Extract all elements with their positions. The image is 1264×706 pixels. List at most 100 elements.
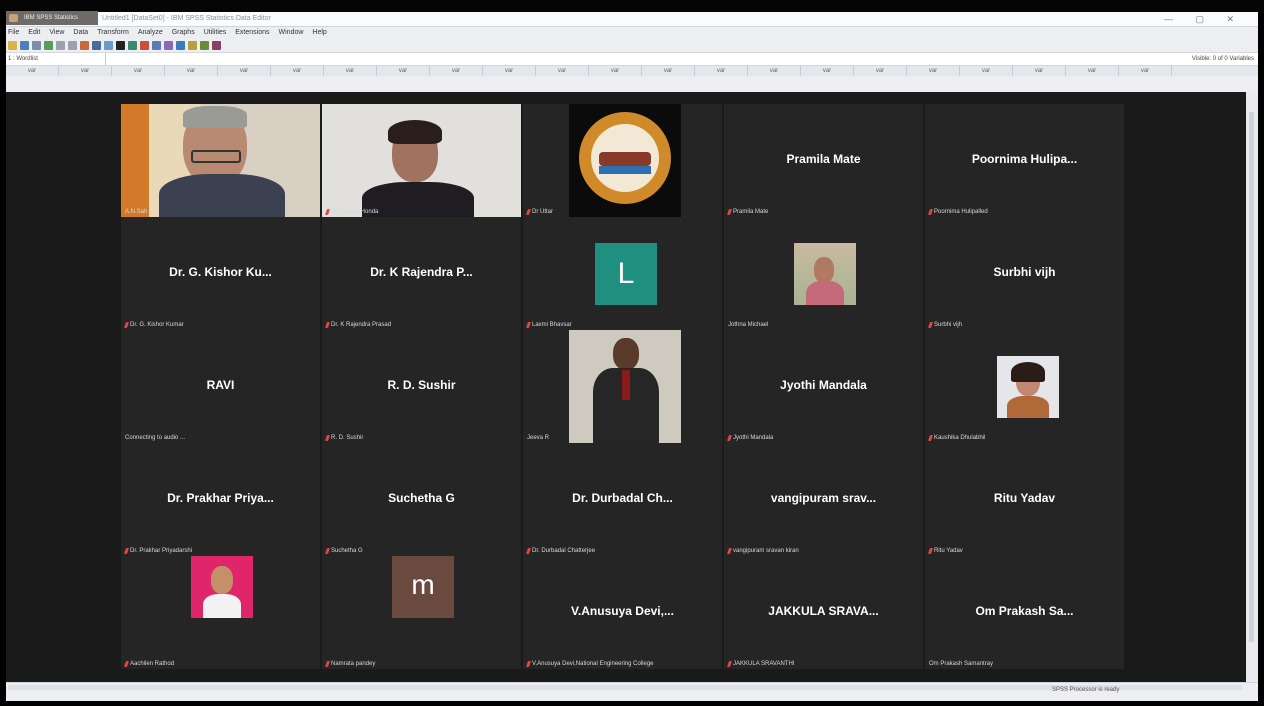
- participant-tile[interactable]: Kaushika Dhulabhil: [925, 330, 1124, 443]
- vertical-scrollbar[interactable]: [1246, 92, 1258, 682]
- processor-status: SPSS Processor is ready: [1052, 687, 1120, 693]
- print-icon[interactable]: [32, 40, 41, 50]
- save-icon[interactable]: [20, 40, 29, 50]
- column-header[interactable]: var: [218, 66, 271, 76]
- column-header[interactable]: var: [695, 66, 748, 76]
- participant-tile[interactable]: L Laxmi Bhavsar: [523, 217, 722, 330]
- column-header[interactable]: var: [801, 66, 854, 76]
- column-header[interactable]: var: [324, 66, 377, 76]
- participant-tile[interactable]: A.N.Sah: [121, 104, 320, 217]
- undo-icon[interactable]: [56, 40, 65, 50]
- app-logo: IBM SPSS Statistics: [6, 11, 98, 25]
- participant-label: Suchetha G: [325, 548, 363, 554]
- participant-tile[interactable]: Jyothi Mandala Jyothi Mandala: [724, 330, 923, 443]
- avatar-letter: m: [392, 556, 454, 618]
- column-header[interactable]: var: [483, 66, 536, 76]
- participant-tile[interactable]: Om Prakash Sa... Om Prakash Samantray: [925, 556, 1124, 669]
- column-header[interactable]: var: [59, 66, 112, 76]
- participant-label-text: JAKKULA SRAVANTHI: [733, 661, 795, 667]
- column-header[interactable]: var: [6, 66, 59, 76]
- participant-tile[interactable]: Surbhi vijh Surbhi vijh: [925, 217, 1124, 330]
- participant-label-text: Dr. K Rajendra Prasad: [331, 322, 392, 328]
- goto-variable-icon[interactable]: [92, 40, 101, 50]
- goto-case-icon[interactable]: [80, 40, 89, 50]
- participant-tile[interactable]: Poornima Hulipa... Poornima Hulipalled: [925, 104, 1124, 217]
- participant-tile[interactable]: m Namrata pandey: [322, 556, 521, 669]
- split-file-icon[interactable]: [152, 40, 161, 50]
- participant-name: Dr. Durbadal Ch...: [572, 491, 673, 505]
- redo-icon[interactable]: [68, 40, 77, 50]
- participant-label: Ritu Yadav: [928, 548, 963, 554]
- participant-name: Dr. Prakhar Priya...: [167, 491, 274, 505]
- column-header[interactable]: var: [377, 66, 430, 76]
- participant-tile[interactable]: Pramila Mate Pramila Mate: [724, 104, 923, 217]
- participant-tile[interactable]: Jothna Michael: [724, 217, 923, 330]
- find-icon[interactable]: [116, 40, 125, 50]
- participant-tile[interactable]: Suchetha G Suchetha G: [322, 443, 521, 556]
- column-header[interactable]: var: [1013, 66, 1066, 76]
- participant-tile[interactable]: Dr.Sunitha Honda: [322, 104, 521, 217]
- participant-tile[interactable]: V.Anusuya Devi,... V.Anusuya Devi,Nationa…: [523, 556, 722, 669]
- column-header[interactable]: var: [642, 66, 695, 76]
- column-header[interactable]: var: [165, 66, 218, 76]
- participant-tile[interactable]: R. D. Sushir R. D. Sushir: [322, 330, 521, 443]
- participant-tile[interactable]: RAVI Connecting to audio ...: [121, 330, 320, 443]
- participant-label: JAKKULA SRAVANTHI: [727, 661, 795, 667]
- column-header[interactable]: var: [854, 66, 907, 76]
- menu-data[interactable]: Data: [73, 27, 88, 38]
- open-icon[interactable]: [8, 40, 17, 50]
- participant-tile[interactable]: vangipuram srav... vangipuram sravan kira…: [724, 443, 923, 556]
- column-header[interactable]: var: [589, 66, 642, 76]
- column-header[interactable]: var: [907, 66, 960, 76]
- menu-extensions[interactable]: Extensions: [235, 27, 269, 38]
- participant-tile[interactable]: Dr. Prakhar Priya... Dr. Prakhar Priyadar…: [121, 443, 320, 556]
- insert-cases-icon[interactable]: [128, 40, 137, 50]
- muted-mic-icon: [124, 661, 129, 667]
- column-header[interactable]: var: [1119, 66, 1172, 76]
- column-header[interactable]: var: [430, 66, 483, 76]
- participant-tile[interactable]: Dr Uttar: [523, 104, 722, 217]
- participant-tile[interactable]: JAKKULA SRAVA... JAKKULA SRAVANTHI: [724, 556, 923, 669]
- participant-label: Connecting to audio ...: [125, 435, 185, 441]
- toolbar: [6, 38, 1258, 52]
- column-header[interactable]: var: [960, 66, 1013, 76]
- window-controls[interactable]: — ▢ ✕: [1164, 12, 1244, 26]
- cell-editor-row: 1 : Wordlist Visible: 0 of 0 Variables: [6, 52, 1258, 66]
- menu-help[interactable]: Help: [312, 27, 326, 38]
- dialog-recall-icon[interactable]: [44, 40, 53, 50]
- scrollbar-thumb[interactable]: [1249, 112, 1254, 642]
- participant-tile[interactable]: Aachilen Rathod: [121, 556, 320, 669]
- insert-variable-icon[interactable]: [140, 40, 149, 50]
- column-header[interactable]: var: [112, 66, 165, 76]
- participant-label-text: vangipuram sravan kiran: [733, 548, 799, 554]
- use-sets-icon[interactable]: [200, 40, 209, 50]
- menu-file[interactable]: File: [8, 27, 19, 38]
- menu-analyze[interactable]: Analyze: [138, 27, 163, 38]
- muted-mic-icon: [727, 435, 732, 441]
- participant-tile[interactable]: Ritu Yadav Ritu Yadav: [925, 443, 1124, 556]
- select-cases-icon[interactable]: [176, 40, 185, 50]
- participant-tile[interactable]: Dr. K Rajendra P... Dr. K Rajendra Prasad: [322, 217, 521, 330]
- column-header[interactable]: var: [1066, 66, 1119, 76]
- participant-tile[interactable]: Jeeva R: [523, 330, 722, 443]
- participant-name: Dr. G. Kishor Ku...: [169, 265, 272, 279]
- participant-label: Dr. K Rajendra Prasad: [325, 322, 392, 328]
- column-header[interactable]: var: [748, 66, 801, 76]
- column-header[interactable]: var: [271, 66, 324, 76]
- menu-utilities[interactable]: Utilities: [204, 27, 227, 38]
- participant-tile[interactable]: Dr. Durbadal Ch... Dr. Durbadal Chatterje…: [523, 443, 722, 556]
- menu-window[interactable]: Window: [279, 27, 304, 38]
- menu-view[interactable]: View: [49, 27, 64, 38]
- cell-reference[interactable]: 1 : Wordlist: [6, 53, 106, 65]
- participant-tile[interactable]: Dr. G. Kishor Ku... Dr. G. Kishor Kumar: [121, 217, 320, 330]
- menu-edit[interactable]: Edit: [28, 27, 40, 38]
- participant-name: Suchetha G: [388, 491, 455, 505]
- weight-cases-icon[interactable]: [164, 40, 173, 50]
- spelling-icon[interactable]: [212, 40, 221, 50]
- menu-transform[interactable]: Transform: [97, 27, 129, 38]
- participant-name: Jyothi Mandala: [780, 378, 867, 392]
- column-header[interactable]: var: [536, 66, 589, 76]
- value-labels-icon[interactable]: [188, 40, 197, 50]
- variables-icon[interactable]: [104, 40, 113, 50]
- menu-graphs[interactable]: Graphs: [172, 27, 195, 38]
